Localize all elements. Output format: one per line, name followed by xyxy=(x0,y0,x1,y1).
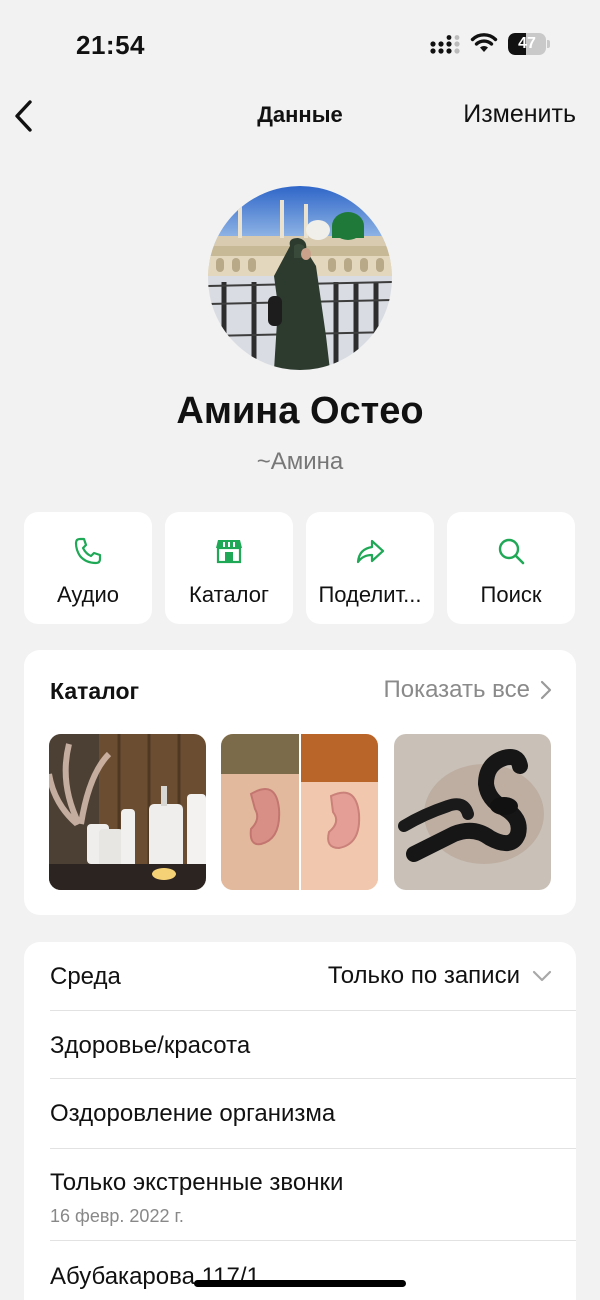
audio-call-button[interactable]: Аудио xyxy=(24,512,152,624)
catalog-item-image[interactable] xyxy=(49,734,206,890)
action-label: Поиск xyxy=(480,582,542,607)
row-label: Здоровье/красота xyxy=(50,1032,251,1059)
back-button[interactable] xyxy=(10,96,40,136)
row-date: 16 февр. 2022 г. xyxy=(50,1206,184,1226)
phone-icon xyxy=(74,537,102,565)
action-label: Поделит... xyxy=(318,582,422,607)
profile-subtitle: ~Амина xyxy=(256,448,344,475)
show-all-button[interactable]: Показать все xyxy=(383,676,552,704)
catalog-button[interactable]: Каталог xyxy=(165,512,293,624)
catalog-title: Каталог xyxy=(50,678,140,704)
row-label: Оздоровление организма xyxy=(50,1100,336,1127)
row-label: Только экстренные звонки xyxy=(50,1169,344,1196)
chevron-left-icon xyxy=(15,100,32,132)
status-bar: 21:54 47 xyxy=(0,0,600,90)
share-button[interactable]: Поделит... xyxy=(306,512,434,624)
action-label: Аудио xyxy=(56,582,120,607)
cellular-signal-icon xyxy=(430,35,460,54)
about-row: Только экстренные звонки 16 февр. 2022 г… xyxy=(50,1149,576,1241)
info-section: Среда Только по записи Здоровье/красота … xyxy=(24,942,576,1300)
action-label: Каталог xyxy=(189,582,269,607)
wifi-icon xyxy=(470,33,498,52)
share-icon xyxy=(356,539,385,564)
profile-avatar[interactable] xyxy=(208,186,392,370)
chevron-down-icon xyxy=(532,970,552,982)
row-value: Только по записи xyxy=(328,962,552,990)
profile-name: Амина Остео xyxy=(176,390,424,432)
chevron-right-icon xyxy=(540,680,552,700)
show-all-label: Показать все xyxy=(383,676,530,703)
page-title: Данные xyxy=(257,102,343,127)
hours-value: Только по записи xyxy=(327,962,520,989)
category-row: Здоровье/красота xyxy=(50,1011,576,1079)
wednesday-hours-row[interactable]: Среда Только по записи xyxy=(50,942,576,1011)
catalog-item-image[interactable] xyxy=(394,734,551,890)
description-row: Оздоровление организма xyxy=(50,1079,576,1149)
row-label: Среда xyxy=(50,963,121,990)
home-indicator xyxy=(194,1280,406,1287)
edit-button[interactable]: Изменить xyxy=(463,100,576,129)
catalog-section: Каталог Показать все xyxy=(24,650,576,915)
search-button[interactable]: Поиск xyxy=(447,512,575,624)
address-row[interactable]: Абубакарова 117/1 xyxy=(50,1241,576,1300)
store-icon xyxy=(216,540,242,564)
search-icon xyxy=(498,538,525,565)
battery-percent: 47 xyxy=(518,35,536,52)
catalog-item-image[interactable] xyxy=(221,734,378,890)
battery-icon: 47 xyxy=(508,33,550,55)
status-time: 21:54 xyxy=(76,30,145,60)
